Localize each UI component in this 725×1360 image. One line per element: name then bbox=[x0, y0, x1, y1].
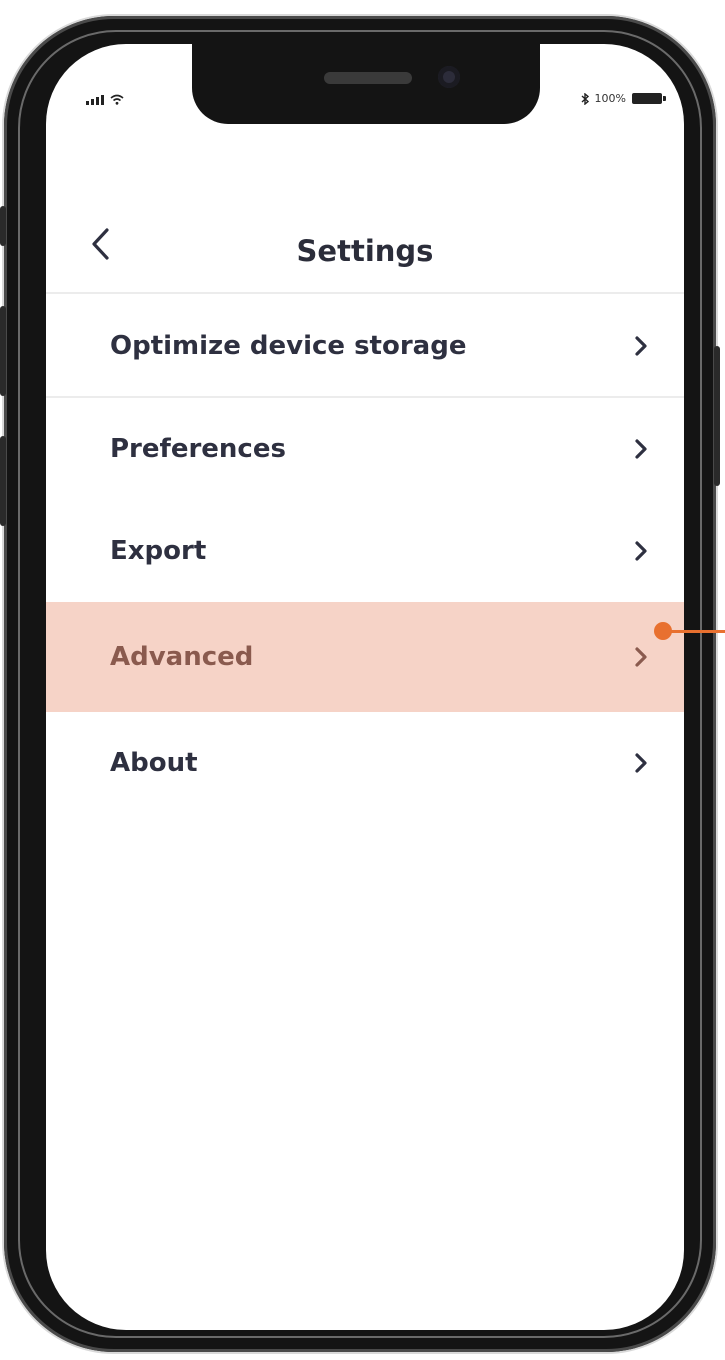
front-camera-icon bbox=[438, 66, 460, 88]
menu-item-label: Preferences bbox=[110, 434, 286, 464]
silent-switch bbox=[0, 206, 6, 246]
battery-icon bbox=[632, 93, 666, 104]
menu-item-advanced[interactable]: Advanced bbox=[46, 602, 684, 712]
power-button bbox=[714, 346, 720, 486]
page-title: Settings bbox=[296, 234, 434, 268]
volume-down-button bbox=[0, 436, 6, 526]
screen: 100% Settings Optimize device storage Pr… bbox=[46, 44, 684, 1330]
menu-item-label: Advanced bbox=[110, 642, 254, 672]
callout-line bbox=[666, 630, 725, 633]
notch bbox=[192, 44, 540, 124]
status-right: 100% bbox=[581, 92, 666, 105]
callout-dot bbox=[654, 622, 672, 640]
wifi-icon bbox=[110, 94, 124, 105]
bluetooth-icon bbox=[581, 92, 589, 105]
menu-item-export[interactable]: Export bbox=[46, 500, 684, 602]
phone-frame: 100% Settings Optimize device storage Pr… bbox=[0, 16, 720, 1352]
menu-item-label: Optimize device storage bbox=[110, 331, 467, 361]
menu-item-preferences[interactable]: Preferences bbox=[46, 398, 684, 500]
battery-percent: 100% bbox=[594, 92, 626, 105]
volume-up-button bbox=[0, 306, 6, 396]
settings-menu: Optimize device storage Preferences Expo… bbox=[46, 296, 684, 814]
chevron-right-icon bbox=[632, 437, 650, 461]
chevron-right-icon bbox=[632, 334, 650, 358]
status-left bbox=[86, 94, 124, 105]
header: Settings bbox=[46, 194, 684, 294]
chevron-right-icon bbox=[632, 751, 650, 775]
speaker-grille bbox=[324, 72, 412, 84]
chevron-right-icon bbox=[632, 645, 650, 669]
chevron-right-icon bbox=[632, 539, 650, 563]
menu-item-optimize-device-storage[interactable]: Optimize device storage bbox=[46, 296, 684, 398]
signal-bars-icon bbox=[86, 95, 104, 105]
menu-item-about[interactable]: About bbox=[46, 712, 684, 814]
menu-item-label: Export bbox=[110, 536, 207, 566]
menu-item-label: About bbox=[110, 748, 198, 778]
